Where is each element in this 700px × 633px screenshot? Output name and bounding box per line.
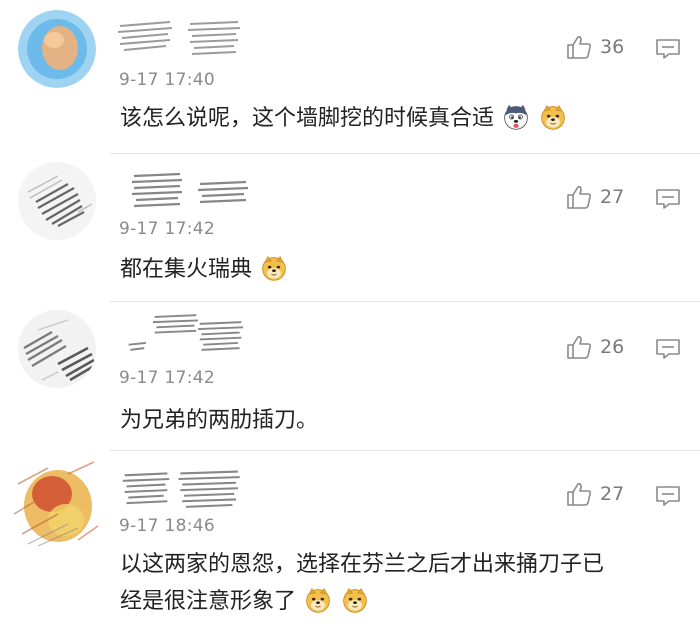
- comment-icon: [656, 39, 680, 59]
- like-button[interactable]: 27: [566, 481, 624, 507]
- avatar[interactable]: [8, 454, 104, 550]
- comment-text: 以这两家的恩怨，选择在芬兰之后才出来捅刀子已 经是很注意形象了: [120, 546, 680, 620]
- avatar[interactable]: [18, 10, 96, 88]
- reply-button[interactable]: [655, 38, 681, 64]
- comment-text-line: 以这两家的恩怨，选择在芬兰之后才出来捅刀子已: [120, 552, 605, 577]
- like-button[interactable]: 36: [566, 34, 624, 60]
- avatar[interactable]: [18, 310, 96, 388]
- comment-icon: [656, 189, 680, 209]
- doge-emoji: [341, 586, 369, 614]
- reply-button[interactable]: [655, 188, 681, 214]
- thumbs-up-icon: [567, 483, 592, 506]
- comment-text-body: 为兄弟的两肋插刀。: [120, 408, 319, 433]
- comment-timestamp: 9-17 18:46: [119, 516, 215, 536]
- comment-text-body: 都在集火瑞典: [120, 257, 253, 282]
- like-button[interactable]: 26: [566, 334, 624, 360]
- comment-text-body: 该怎么说呢，这个墙脚挖的时候真合适: [120, 106, 495, 131]
- comment-text: 为兄弟的两肋插刀。: [120, 402, 680, 439]
- username-redacted[interactable]: [110, 466, 260, 518]
- doge-emoji: [304, 586, 332, 614]
- comment-timestamp: 9-17 17:42: [119, 368, 215, 388]
- username-redacted[interactable]: [110, 14, 250, 66]
- comment-text: 都在集火瑞典: [120, 251, 680, 288]
- comment-timestamp: 9-17 17:42: [119, 219, 215, 239]
- comment-timestamp: 9-17 17:40: [119, 70, 215, 90]
- thumbs-up-icon: [567, 186, 592, 209]
- comment-icon: [656, 486, 680, 506]
- divider: [110, 450, 700, 451]
- doge-emoji: [539, 103, 567, 131]
- doge-emoji: [260, 254, 288, 282]
- avatar[interactable]: [18, 162, 96, 240]
- like-count: 27: [600, 186, 625, 208]
- username-redacted[interactable]: [110, 168, 260, 220]
- husky-emoji: [502, 103, 530, 131]
- like-count: 26: [600, 336, 625, 358]
- thumbs-up-icon: [567, 336, 592, 359]
- thumbs-up-icon: [567, 36, 592, 59]
- divider: [110, 153, 700, 154]
- comment-text-line-2-body: 经是很注意形象了: [120, 589, 297, 614]
- like-count: 27: [600, 483, 625, 505]
- username-redacted[interactable]: [110, 310, 260, 362]
- like-button[interactable]: 27: [566, 184, 624, 210]
- like-count: 36: [600, 36, 625, 58]
- reply-button[interactable]: [655, 338, 681, 364]
- divider: [110, 301, 700, 302]
- reply-button[interactable]: [655, 485, 681, 511]
- comment-icon: [656, 339, 680, 359]
- comment-text: 该怎么说呢，这个墙脚挖的时候真合适: [120, 100, 680, 137]
- comment-text-line-2: 经是很注意形象了: [120, 583, 680, 620]
